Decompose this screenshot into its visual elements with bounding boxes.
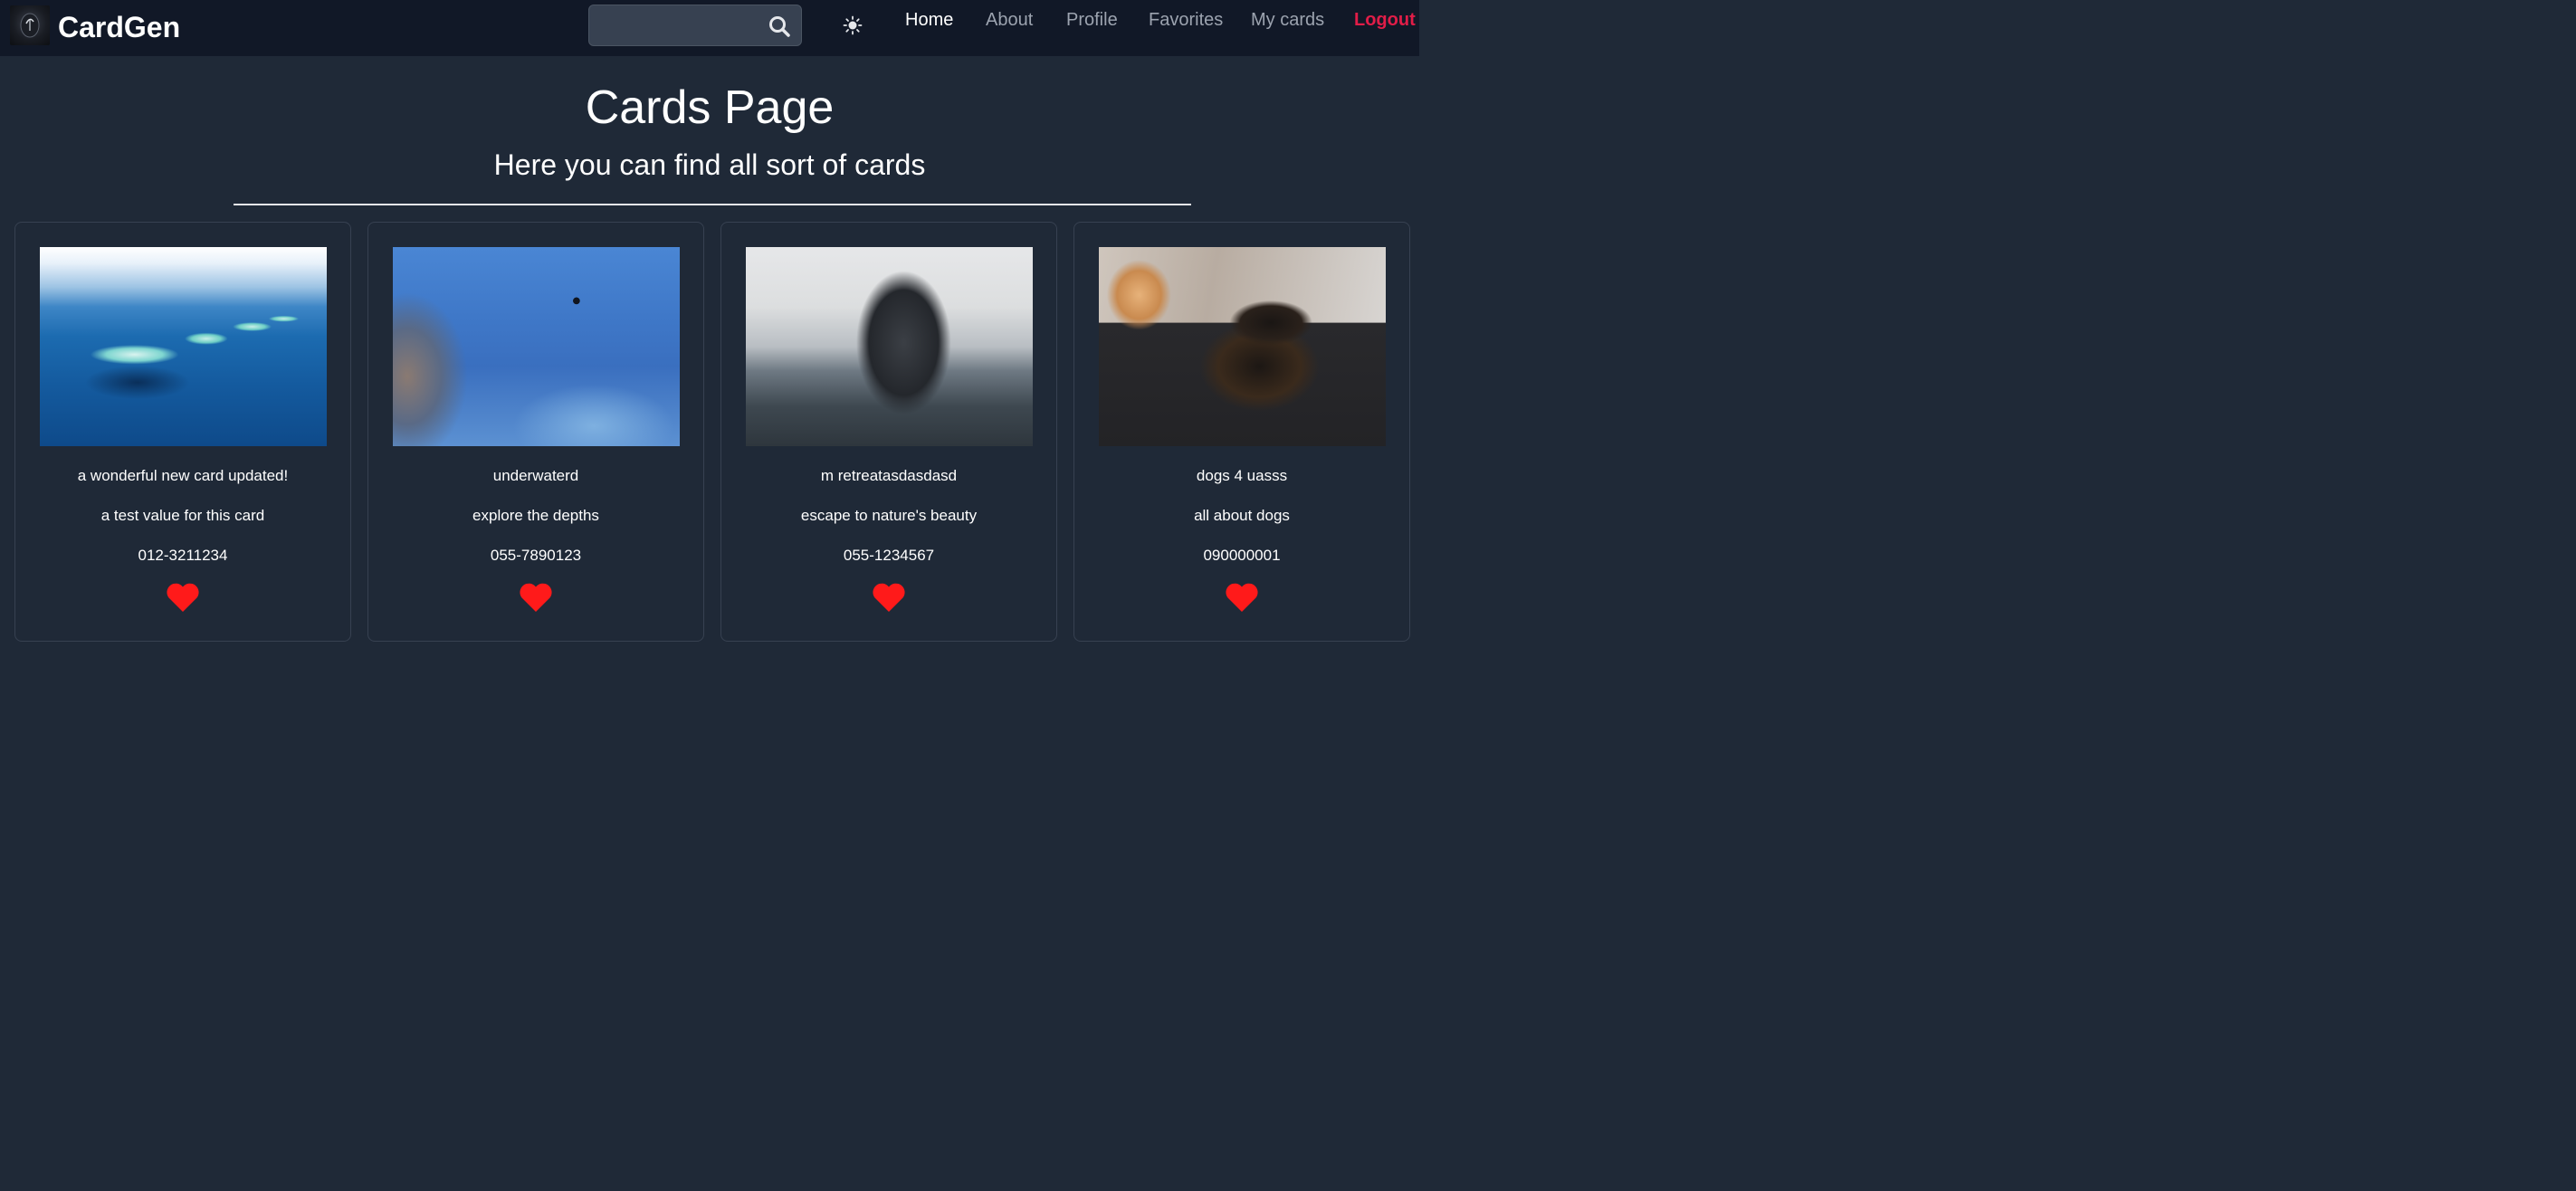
heart-icon[interactable] [871,581,907,614]
heart-icon[interactable] [165,581,201,614]
card[interactable]: underwaterd explore the depths 055-78901… [367,222,704,642]
header-divider [234,204,1191,205]
card-title: dogs 4 uasss [1196,467,1288,484]
card-image [40,247,327,446]
card-phone: 012-3211234 [138,547,228,564]
card-phone: 055-7890123 [490,547,582,564]
page-subtitle: Here you can find all sort of cards [493,148,926,181]
search-input[interactable] [598,13,761,38]
logout-link[interactable]: Logout [1354,9,1416,31]
nav-link-favorites[interactable]: Favorites [1149,9,1223,31]
heart-icon[interactable] [1224,581,1260,614]
card-image [746,247,1033,446]
card[interactable]: a wonderful new card updated! a test val… [14,222,351,642]
nav-link-home[interactable]: Home [905,9,953,31]
nav-link-about[interactable]: About [986,9,1033,31]
page-title: Cards Page [585,81,835,134]
nav-link-my-cards[interactable]: My cards [1251,9,1324,31]
logo-icon [20,13,40,38]
card-title: a wonderful new card updated! [77,467,289,484]
card-title: underwaterd [492,467,579,484]
card[interactable]: dogs 4 uasss all about dogs 090000001 [1073,222,1410,642]
card-image [393,247,680,446]
brand-name[interactable]: CardGen [58,7,180,47]
card-subtitle: escape to nature's beauty [800,507,978,524]
card[interactable]: m retreatasdasdasd escape to nature's be… [720,222,1057,642]
card-title: m retreatasdasdasd [820,467,958,484]
card-image [1099,247,1386,446]
card-phone: 055-1234567 [843,547,935,564]
card-subtitle: all about dogs [1194,507,1290,524]
logo-image[interactable] [10,5,50,45]
navbar: CardGen Home About Profile Favorites My … [0,0,1419,56]
heart-icon[interactable] [518,581,554,614]
sun-icon[interactable] [842,14,863,36]
search-icon[interactable] [768,14,791,38]
card-subtitle: explore the depths [472,507,599,524]
card-subtitle: a test value for this card [100,507,265,524]
nav-link-profile[interactable]: Profile [1066,9,1118,31]
card-phone: 090000001 [1203,547,1281,564]
